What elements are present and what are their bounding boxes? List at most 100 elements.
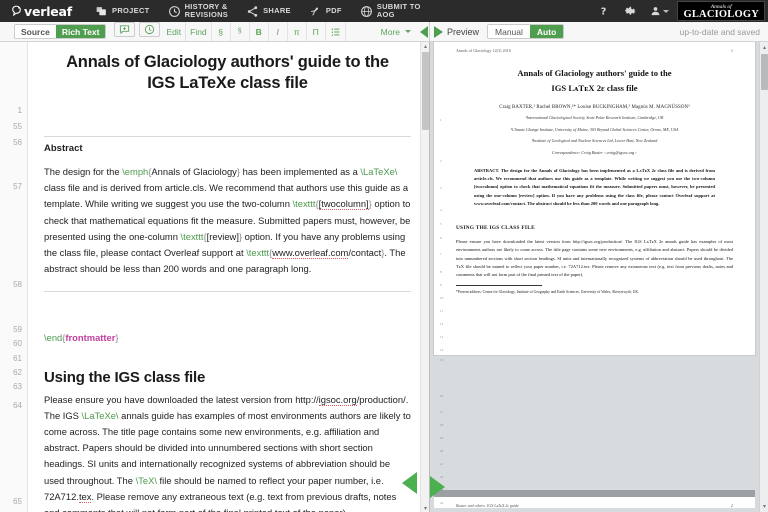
text-run: The design for the — [44, 166, 123, 177]
end-frontmatter-line[interactable]: \end{frontmatter} — [44, 330, 411, 346]
nav-share-label: SHARE — [263, 6, 291, 15]
journal-logo[interactable]: Annals of GLACIOLOGY — [677, 1, 765, 21]
pdf-correspondence: Correspondence: Craig Baxter <craig@igso… — [552, 149, 637, 155]
text-run: \LaTeXe\ — [360, 166, 398, 177]
toolbar-math-inline[interactable]: π — [288, 22, 307, 41]
toolbar-bold[interactable]: B — [250, 22, 269, 41]
editor-scroll-thumb[interactable] — [422, 52, 429, 130]
pdf-scroll-up-arrow-icon[interactable]: ▴ — [761, 44, 768, 51]
nav-history-revisions[interactable]: HISTORY & REVISIONS — [159, 0, 238, 22]
account-menu-button[interactable] — [645, 0, 673, 22]
preview-toolbar: Preview Manual Auto up-to-date and saved — [430, 22, 768, 41]
pdf-footnote-rule — [456, 285, 542, 287]
text-run: \texttt — [180, 230, 204, 242]
folders-icon — [96, 6, 106, 15]
pdf-affiliation-3: ³Institute of Geological and Nuclear Sci… — [531, 138, 658, 144]
line-number: 65 — [13, 497, 22, 506]
toolbar-track-changes[interactable] — [139, 22, 161, 37]
history-clock-icon — [145, 24, 155, 35]
richtext-mode-button[interactable]: Rich Text — [55, 25, 106, 38]
expand-pdf-arrow-icon[interactable] — [430, 476, 445, 498]
text-run: \texttt — [292, 198, 316, 210]
text-run: /contact — [348, 247, 382, 259]
pdf-affiliation-2: ²Climate Change Institute, University of… — [510, 126, 679, 132]
collapse-editor-arrow-icon[interactable] — [420, 25, 428, 38]
line-number: 55 — [13, 122, 22, 131]
pdf-icon — [310, 7, 318, 16]
section-paragraph[interactable]: Please ensure you have downloaded the la… — [44, 392, 411, 512]
abstract-heading[interactable]: Abstract — [44, 143, 411, 154]
pdf-page-1-content: Annals of Glaciology 12(3) 2016 1 Annals… — [434, 42, 755, 355]
text-run: \end — [44, 332, 63, 344]
nav-history-label: HISTORY & REVISIONS — [184, 2, 229, 19]
pdf-affiliation-1: ¹International Glaciological Society, Sc… — [525, 115, 664, 120]
pdf-scrollbar[interactable]: ▴ ▾ — [759, 42, 768, 512]
compile-mode-auto[interactable]: Auto — [529, 25, 564, 38]
settings-button[interactable] — [617, 0, 645, 22]
pdf-section-body: Please ensure you have downloaded the la… — [456, 239, 733, 277]
share-icon — [247, 5, 258, 17]
toolbar-list[interactable] — [326, 22, 346, 41]
pdf-preview-pane[interactable]: Baxter and others: IGS LᴀTᴇX 2ε guide 2 A… — [430, 42, 768, 512]
pdf-title-line1: Annals of Glaciology authors' guide to t… — [517, 68, 672, 78]
overleaf-logo[interactable]: verleaf — [0, 0, 86, 22]
compile-mode-toggle: Manual Auto — [487, 24, 565, 39]
editor-toolbar-left: Source Rich Text Edit Find § § B I π Π M… — [0, 22, 430, 41]
pdf-line-number: 9 — [440, 283, 442, 287]
source-mode-button[interactable]: Source — [15, 25, 56, 38]
nav-pdf[interactable]: PDF — [300, 0, 351, 22]
pdf-page-2-running-head-right: 2 — [731, 503, 733, 508]
text-run: [twocolumn] — [318, 198, 369, 211]
pdf-scroll-thumb[interactable] — [761, 54, 768, 90]
line-number: 56 — [13, 138, 22, 147]
pdf-line-number: 20 — [440, 449, 444, 453]
editor-scrollbar[interactable]: ▴ ▾ — [420, 42, 429, 512]
toolbar-italic[interactable]: I — [269, 22, 288, 41]
nav-submit-label: SUBMIT TO AOG — [376, 2, 421, 19]
pdf-line-number: 11 — [440, 309, 444, 313]
line-number: 64 — [13, 401, 22, 410]
top-navigation-bar: verleaf PROJECT HISTORY & REVISIONS SHAR… — [0, 0, 768, 22]
document-content[interactable]: Annals of Glaciology authors' guide to t… — [28, 42, 429, 512]
nav-project[interactable]: PROJECT — [86, 0, 159, 22]
pdf-line-number: 12 — [440, 322, 444, 326]
pdf-scroll-down-arrow-icon[interactable]: ▾ — [761, 503, 768, 510]
toolbar-math-display[interactable]: Π — [307, 22, 326, 41]
toolbar-edit[interactable]: Edit — [162, 22, 187, 41]
clock-icon — [168, 5, 180, 17]
chevron-down-icon — [405, 30, 411, 33]
compile-mode-manual[interactable]: Manual — [488, 25, 530, 38]
nav-submit-to-aog[interactable]: SUBMIT TO AOG — [351, 0, 430, 22]
line-number: 60 — [13, 339, 22, 348]
preview-label: Preview — [447, 26, 480, 37]
line-number: 63 — [13, 382, 22, 391]
toolbar-more-button[interactable]: More — [376, 27, 416, 37]
toolbar-button-group: Edit Find § § B I π Π — [112, 22, 346, 41]
nav-share[interactable]: SHARE — [237, 0, 300, 22]
rich-text-editor-pane[interactable]: 1 55 56 57 58 59 60 61 62 63 ▾ 64 65 Ann… — [0, 42, 430, 512]
section-heading[interactable]: Using the IGS class file — [44, 369, 411, 386]
pdf-page-divider — [434, 490, 755, 497]
comment-add-icon — [120, 25, 130, 35]
editor-toolbar: Source Rich Text Edit Find § § B I π Π M… — [0, 22, 768, 42]
scroll-down-arrow-icon[interactable]: ▾ — [422, 504, 429, 512]
pdf-line-number: 2 — [440, 159, 442, 163]
scroll-up-arrow-icon[interactable]: ▴ — [422, 42, 429, 50]
text-run: \LaTeXe\ — [81, 409, 119, 421]
help-button[interactable]: ? — [589, 0, 617, 22]
recompile-arrow-icon[interactable] — [434, 25, 443, 38]
abstract-paragraph[interactable]: The design for the \emph{Annals of Glaci… — [44, 164, 411, 277]
toolbar-subsection[interactable]: § — [231, 22, 250, 41]
pdf-line-number: 8 — [440, 270, 442, 274]
pdf-line-number: 7 — [440, 252, 442, 256]
line-number: 62 — [13, 368, 22, 377]
pdf-page-2-running-head: Baxter and others: IGS LᴀTᴇX 2ε guide 2 — [456, 503, 733, 508]
toolbar-add-comment[interactable] — [114, 22, 136, 37]
document-title[interactable]: Annals of Glaciology authors' guide to t… — [44, 42, 411, 94]
toolbar-section[interactable]: § — [212, 22, 231, 41]
save-status-text: up-to-date and saved — [679, 26, 760, 37]
toolbar-find[interactable]: Find — [186, 22, 212, 41]
line-number: 1 — [17, 106, 22, 115]
pdf-line-number: 17 — [440, 410, 444, 414]
expand-editor-arrow-icon[interactable] — [402, 472, 417, 494]
